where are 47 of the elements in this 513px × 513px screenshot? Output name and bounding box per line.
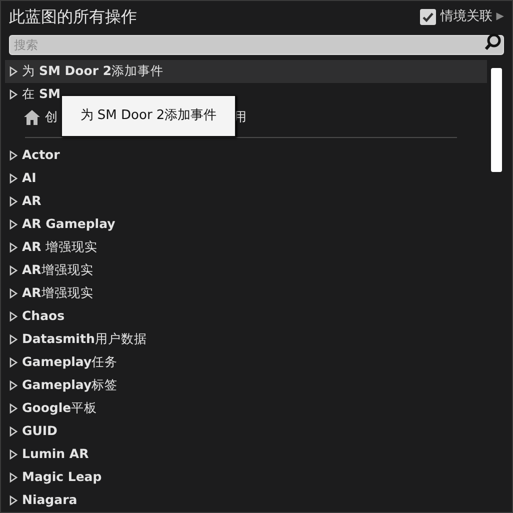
category-row[interactable]: Gameplay标签 xyxy=(5,374,487,397)
expand-triangle-icon[interactable] xyxy=(9,242,18,253)
category-row[interactable]: AI xyxy=(5,167,487,190)
expand-triangle-icon[interactable] xyxy=(9,66,18,77)
category-row[interactable]: AR xyxy=(5,190,487,213)
category-row[interactable]: Google平板 xyxy=(5,397,487,420)
expand-triangle-icon[interactable] xyxy=(9,311,18,322)
expand-triangle-icon[interactable] xyxy=(9,265,18,276)
expand-triangle-icon[interactable] xyxy=(9,150,18,161)
action-label[interactable]: 在 SM xyxy=(22,85,60,104)
action-row[interactable]: 为 SM Door 2添加事件 xyxy=(5,60,487,83)
expand-triangle-icon[interactable] xyxy=(9,426,18,437)
category-row[interactable]: Gameplay任务 xyxy=(5,351,487,374)
expand-triangle-icon[interactable] xyxy=(9,173,18,184)
search-icon[interactable] xyxy=(484,33,502,51)
expand-triangle-icon[interactable] xyxy=(9,403,18,414)
expand-triangle-icon[interactable] xyxy=(9,472,18,483)
scrollbar-thumb[interactable] xyxy=(491,68,502,172)
expand-triangle-icon[interactable] xyxy=(9,196,18,207)
category-row[interactable]: AR 增强现实 xyxy=(5,236,487,259)
action-label[interactable]: 用 xyxy=(234,108,247,127)
category-row[interactable]: Lumin AR xyxy=(5,443,487,466)
search-field[interactable]: 搜索 xyxy=(9,35,504,55)
category-row[interactable]: AR增强现实 xyxy=(5,282,487,305)
context-label: 情境关联 xyxy=(440,8,492,26)
context-checkbox[interactable] xyxy=(420,8,436,24)
tooltip: 为 SM Door 2添加事件 xyxy=(61,95,236,137)
category-row[interactable]: Niagara xyxy=(5,489,487,512)
expand-triangle-icon[interactable] xyxy=(9,495,18,506)
category-row[interactable]: Magic Leap xyxy=(5,466,487,489)
expand-triangle-icon[interactable] xyxy=(9,288,18,299)
category-row[interactable]: AR Gameplay xyxy=(5,213,487,236)
house-icon xyxy=(23,109,41,126)
expand-triangle-icon[interactable] xyxy=(9,334,18,345)
category-row[interactable]: AR增强现实 xyxy=(5,259,487,282)
action-label[interactable]: 创 xyxy=(45,108,58,127)
category-row[interactable]: Datasmith用户数据 xyxy=(5,328,487,351)
expand-triangle-icon[interactable] xyxy=(9,357,18,368)
category-row[interactable]: Actor xyxy=(5,144,487,167)
panel-title: 此蓝图的所有操作 xyxy=(9,6,137,28)
expand-triangle-icon[interactable] xyxy=(9,449,18,460)
expand-triangle-icon[interactable] xyxy=(9,89,18,100)
category-row[interactable]: GUID xyxy=(5,420,487,443)
expand-arrow[interactable]: ▶ xyxy=(496,9,504,24)
category-row[interactable]: Chaos xyxy=(5,305,487,328)
expand-triangle-icon[interactable] xyxy=(9,380,18,391)
expand-triangle-icon[interactable] xyxy=(9,219,18,230)
